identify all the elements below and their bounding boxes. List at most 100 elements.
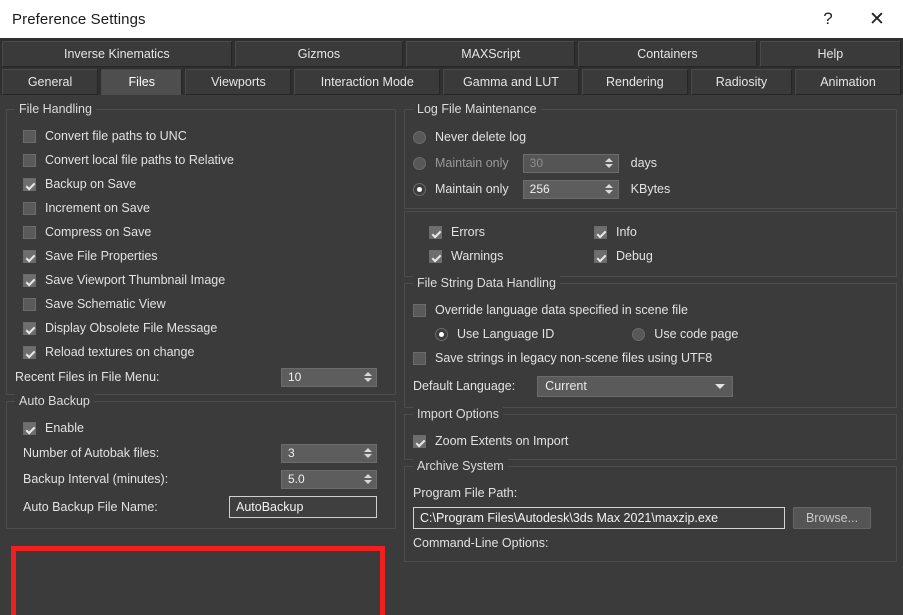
log-option-spinner[interactable]: 30 [522, 153, 619, 173]
tab-animation[interactable]: Animation [794, 69, 901, 95]
autobak-files-spinner-arrows[interactable] [362, 446, 373, 461]
log-option-unit: KBytes [630, 182, 671, 196]
log-option-row: Maintain only 30 days [413, 150, 888, 176]
archive-system-legend: Archive System [413, 459, 508, 473]
log-option-radio[interactable] [413, 156, 426, 170]
zoom-extents-checkbox[interactable] [413, 434, 426, 448]
file-handling-label: Backup on Save [45, 177, 137, 191]
backup-interval-label: Backup Interval (minutes): [23, 472, 169, 486]
enable-checkbox[interactable] [23, 421, 36, 435]
backup-filename-input[interactable]: AutoBackup [229, 496, 377, 518]
right-column: Log File Maintenance Never delete log Mai… [404, 102, 897, 615]
file-handling-row: Save File Properties [15, 244, 387, 268]
tab-interaction-mode[interactable]: Interaction Mode [294, 69, 441, 95]
tab-row-secondary: Inverse Kinematics Gizmos MAXScript Contain… [2, 41, 901, 67]
file-handling-label: Convert file paths to UNC [45, 129, 187, 143]
recent-files-row: Recent Files in File Menu: 10 [15, 364, 387, 390]
tab-rendering[interactable]: Rendering [581, 69, 688, 95]
use-code-page-radio[interactable] [632, 327, 646, 341]
group-log-file-maintenance: Log File Maintenance Never delete log Mai… [404, 102, 897, 209]
warnings-checkbox[interactable] [429, 249, 442, 263]
debug-checkbox[interactable] [594, 249, 607, 263]
file-handling-label: Reload textures on change [45, 345, 195, 359]
tab-general[interactable]: General [2, 69, 99, 95]
save-schematic-view-checkbox[interactable] [23, 297, 36, 311]
tab-containers[interactable]: Containers [578, 41, 757, 67]
tab-help[interactable]: Help [759, 41, 901, 67]
auto-backup-legend: Auto Backup [15, 394, 94, 408]
tab-label: Radiosity [715, 75, 768, 89]
preference-settings-window: Preference Settings ? ✕ Inverse Kinemati… [0, 0, 903, 615]
tab-label: Interaction Mode [320, 75, 414, 89]
override-language-label: Override language data specified in scen… [435, 303, 688, 317]
browse-button[interactable]: Browse... [793, 507, 871, 529]
log-option-spinner-arrows[interactable] [604, 156, 615, 171]
language-mode-row: Use Language ID Use code page [413, 322, 888, 346]
save-file-properties-checkbox[interactable] [23, 249, 36, 263]
backup-interval-row: Backup Interval (minutes): 5.0 [15, 466, 387, 492]
help-button[interactable]: ? [805, 0, 851, 38]
log-option-spinner-arrows[interactable] [604, 182, 615, 197]
display-obsolete-file-message-checkbox[interactable] [23, 321, 36, 335]
convert-file-paths-to-unc-checkbox[interactable] [23, 129, 36, 143]
log-option-label: Never delete log [435, 130, 527, 144]
tab-inverse-kinematics[interactable]: Inverse Kinematics [2, 41, 232, 67]
program-path-row: C:\Program Files\Autodesk\3ds Max 2021\m… [413, 505, 888, 531]
backup-interval-spinner[interactable]: 5.0 [281, 469, 377, 489]
log-option-spinner[interactable]: 256 [522, 179, 619, 199]
tab-label: Help [817, 47, 844, 61]
log-option-unit: days [630, 156, 658, 170]
group-file-string-data: File String Data Handling Override langu… [404, 276, 897, 408]
window-controls: ? ✕ [805, 0, 903, 38]
reload-textures-on-change-checkbox[interactable] [23, 345, 36, 359]
override-language-checkbox[interactable] [413, 303, 426, 317]
use-code-page-label: Use code page [654, 327, 739, 341]
tab-strip: Inverse Kinematics Gizmos MAXScript Contain… [0, 38, 903, 95]
log-option-radio[interactable] [413, 182, 426, 196]
compress-on-save-checkbox[interactable] [23, 225, 36, 239]
zoom-extents-label: Zoom Extents on Import [435, 434, 569, 448]
tab-files[interactable]: Files [101, 69, 183, 95]
autobak-files-value: 3 [288, 446, 295, 460]
file-handling-legend: File Handling [15, 102, 96, 116]
close-button[interactable]: ✕ [851, 0, 903, 38]
file-handling-row: Save Schematic View [15, 292, 387, 316]
recent-files-spinner[interactable]: 10 [281, 367, 377, 387]
program-path-label-row: Program File Path: [413, 481, 888, 505]
log-type-row: Warnings [429, 244, 594, 268]
tab-label: MAXScript [461, 47, 521, 61]
legacy-utf8-row: Save strings in legacy non-scene files u… [413, 346, 888, 370]
tab-radiosity[interactable]: Radiosity [690, 69, 792, 95]
autobak-files-spinner[interactable]: 3 [281, 443, 377, 463]
legacy-utf8-label: Save strings in legacy non-scene files u… [435, 351, 713, 365]
legacy-utf8-checkbox[interactable] [413, 351, 426, 365]
tab-maxscript[interactable]: MAXScript [406, 41, 576, 67]
file-handling-label: Save Viewport Thumbnail Image [45, 273, 226, 287]
tab-label: Viewports [211, 75, 266, 89]
default-language-label: Default Language: [413, 379, 516, 393]
tab-label: Animation [820, 75, 876, 89]
convert-local-file-paths-to-relative-checkbox[interactable] [23, 153, 36, 167]
program-path-input[interactable]: C:\Program Files\Autodesk\3ds Max 2021\m… [413, 507, 785, 529]
default-language-dropdown[interactable]: Current [537, 375, 734, 397]
info-checkbox[interactable] [594, 225, 607, 239]
left-column: File Handling Convert file paths to UNC C… [6, 102, 396, 615]
log-type-grid: Errors Info Warnings Debug [413, 220, 888, 268]
log-type-label: Debug [616, 249, 653, 263]
auto-backup-enable-row: Enable [15, 416, 387, 440]
log-option-radio[interactable] [413, 130, 426, 144]
increment-on-save-checkbox[interactable] [23, 201, 36, 215]
chevron-down-icon [715, 384, 726, 389]
backup-interval-spinner-arrows[interactable] [362, 472, 373, 487]
recent-files-spinner-arrows[interactable] [362, 370, 373, 385]
title-bar: Preference Settings ? ✕ [0, 0, 903, 38]
tab-viewports[interactable]: Viewports [185, 69, 292, 95]
override-language-row: Override language data specified in scen… [413, 298, 888, 322]
save-viewport-thumbnail-image-checkbox[interactable] [23, 273, 36, 287]
program-path-label: Program File Path: [413, 486, 518, 500]
backup-on-save-checkbox[interactable] [23, 177, 36, 191]
errors-checkbox[interactable] [429, 225, 442, 239]
use-language-id-radio[interactable] [435, 327, 448, 341]
tab-gizmos[interactable]: Gizmos [234, 41, 404, 67]
tab-gamma-and-lut[interactable]: Gamma and LUT [443, 69, 579, 95]
